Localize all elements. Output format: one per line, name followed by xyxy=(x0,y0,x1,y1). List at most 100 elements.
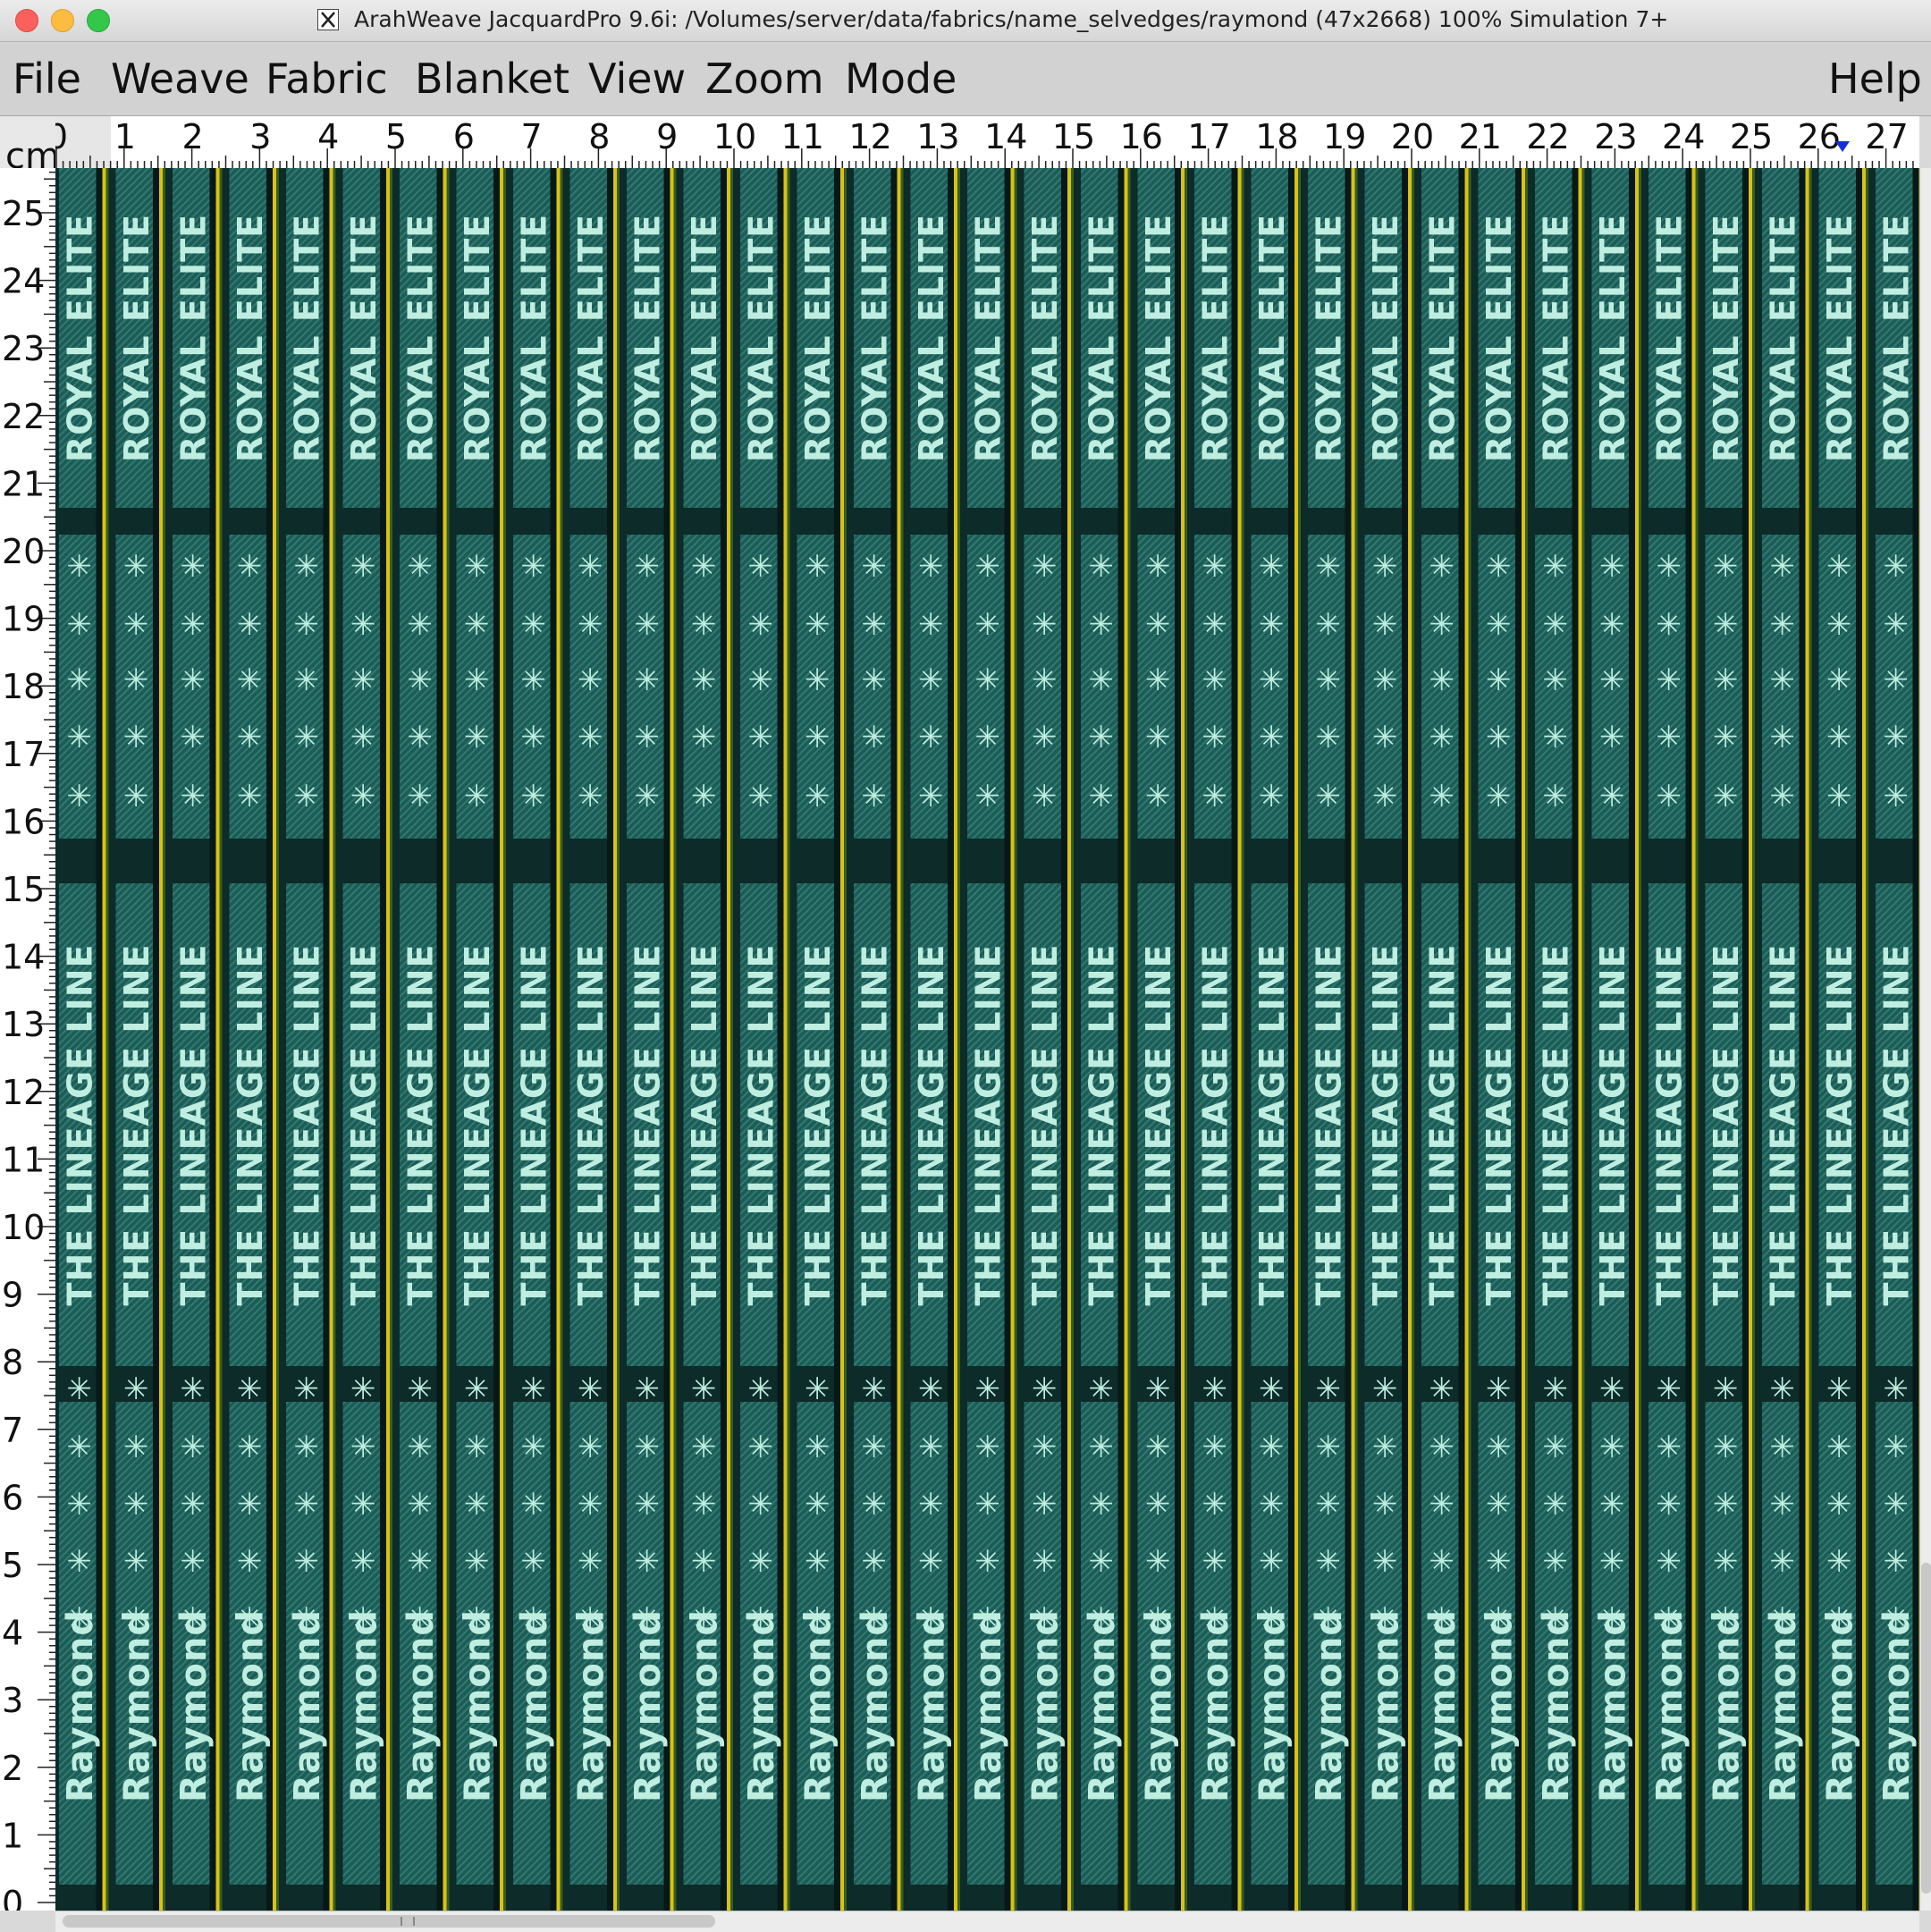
fabric-motif: ✳ xyxy=(1372,1544,1398,1580)
menu-zoom[interactable]: Zoom xyxy=(705,55,824,103)
horizontal-ruler[interactable]: 0123456789101112131415161718192021222324… xyxy=(55,116,1919,169)
menu-mode[interactable]: Mode xyxy=(845,55,957,103)
fabric-motif: ✳ xyxy=(1202,1487,1228,1523)
fabric-motif: ✳ xyxy=(521,549,547,585)
fabric-motif: ✳ xyxy=(237,1487,263,1523)
maximize-window-button[interactable] xyxy=(87,9,110,32)
fabric-motif: ✳ xyxy=(691,1430,717,1465)
menu-blanket[interactable]: Blanket xyxy=(415,55,569,103)
fabric-motif: ✳ xyxy=(1486,720,1512,755)
vertical-ruler[interactable]: 25 24 23 22 21 20 19 18 17 16 15 14 13 12 11 10 9 8 7 6 5 4 3 2… xyxy=(0,168,56,1911)
horizontal-scrollbar-thumb[interactable] xyxy=(63,1915,715,1928)
ruler-label-left: 8 xyxy=(2,1343,23,1382)
close-window-button[interactable] xyxy=(15,9,38,32)
fabric-motif: ✳ xyxy=(1259,1544,1285,1580)
vertical-scrollbar[interactable] xyxy=(1919,168,1931,1911)
fabric-strip: ROYAL ELITETHE LINEAGE LINERaymond✳✳✳✳✳✳… xyxy=(1478,168,1528,1911)
fabric-text-lineage-line: THE LINEAGE LINE xyxy=(231,944,270,1306)
fabric-motif: ✳ xyxy=(1770,1430,1796,1465)
fabric-text-lineage-line: THE LINEAGE LINE xyxy=(287,944,326,1306)
ruler-label-left: 18 xyxy=(2,667,45,706)
x11-app-icon xyxy=(317,9,339,30)
fabric-motif: ✳ xyxy=(1713,662,1739,698)
menu-file[interactable]: File xyxy=(13,55,81,103)
fabric-text-lineage-line: THE LINEAGE LINE xyxy=(912,944,951,1306)
fabric-motif: ✳ xyxy=(1599,1487,1625,1523)
fabric-motif: ✳ xyxy=(237,607,263,643)
fabric-motif: ✳ xyxy=(521,720,547,755)
fabric-motif: ✳ xyxy=(1202,1544,1228,1580)
fabric-text-raymond: Raymond xyxy=(117,1609,158,1802)
ruler-label-top: 19 xyxy=(1323,117,1366,156)
ruler-label-top: 14 xyxy=(984,117,1027,156)
fabric-motif: ✳ xyxy=(350,607,376,643)
fabric-motif: ✳ xyxy=(1826,549,1852,585)
ruler-label-top: 21 xyxy=(1459,117,1502,156)
fabric-motif: ✳ xyxy=(350,1371,376,1407)
fabric-motif: ✳ xyxy=(123,1544,149,1580)
ruler-label-left: 14 xyxy=(2,938,45,977)
ruler-label-left: 25 xyxy=(2,194,45,233)
fabric-motif: ✳ xyxy=(1429,779,1455,814)
menu-view[interactable]: View xyxy=(588,55,686,103)
fabric-motif: ✳ xyxy=(578,662,603,698)
fabric-motif: ✳ xyxy=(1826,1371,1852,1407)
fabric-motif: ✳ xyxy=(1884,662,1910,698)
fabric-motif: ✳ xyxy=(294,662,320,698)
fabric-motif: ✳ xyxy=(862,779,888,814)
fabric-motif: ✳ xyxy=(464,1430,490,1465)
fabric-text-lineage-line: THE LINEAGE LINE xyxy=(1707,944,1746,1306)
fabric-motif: ✳ xyxy=(1770,1601,1796,1637)
fabric-text-lineage-line: THE LINEAGE LINE xyxy=(968,944,1008,1306)
fabric-motif: ✳ xyxy=(635,549,661,585)
minimize-window-button[interactable] xyxy=(51,9,74,32)
fabric-motif: ✳ xyxy=(578,1487,603,1523)
fabric-strip: ROYAL ELITETHE LINEAGE LINERaymond✳✳✳✳✳✳… xyxy=(342,168,392,1911)
fabric-text-raymond: Raymond xyxy=(60,1609,101,1802)
horizontal-scrollbar[interactable] xyxy=(55,1911,1919,1932)
fabric-text-lineage-line: THE LINEAGE LINE xyxy=(173,944,213,1306)
menu-weave[interactable]: Weave xyxy=(111,55,249,103)
fabric-motif: ✳ xyxy=(1032,607,1058,643)
ruler-label-left: 21 xyxy=(2,464,45,503)
fabric-motif: ✳ xyxy=(1372,1487,1398,1523)
fabric-motif: ✳ xyxy=(464,1371,490,1407)
fabric-motif: ✳ xyxy=(1089,1430,1115,1465)
fabric-motif: ✳ xyxy=(1032,549,1058,585)
fabric-motif: ✳ xyxy=(1884,779,1910,814)
fabric-motif: ✳ xyxy=(1089,662,1115,698)
fabric-motif: ✳ xyxy=(1657,1371,1682,1407)
fabric-motif: ✳ xyxy=(408,779,434,814)
fabric-text-royal-elite: ROYAL ELITE xyxy=(1763,214,1802,462)
fabric-motif: ✳ xyxy=(67,549,93,585)
title-bar[interactable]: ArahWeave JacquardPro 9.6i: /Volumes/ser… xyxy=(0,0,1931,42)
fabric-motif: ✳ xyxy=(67,1487,93,1523)
fabric-motif: ✳ xyxy=(862,1544,888,1580)
app-window: ArahWeave JacquardPro 9.6i: /Volumes/ser… xyxy=(0,0,1931,1932)
menu-fabric[interactable]: Fabric xyxy=(266,55,388,103)
fabric-strip: ROYAL ELITETHE LINEAGE LINERaymond✳✳✳✳✳✳… xyxy=(1081,168,1131,1911)
fabric-motif: ✳ xyxy=(1826,779,1852,814)
fabric-motif: ✳ xyxy=(1032,720,1058,755)
fabric-motif: ✳ xyxy=(1202,1371,1228,1407)
fabric-text-raymond: Raymond xyxy=(1876,1609,1918,1802)
fabric-motif: ✳ xyxy=(408,1371,434,1407)
fabric-motif: ✳ xyxy=(748,1601,774,1637)
fabric-text-lineage-line: THE LINEAGE LINE xyxy=(571,944,611,1306)
fabric-motif: ✳ xyxy=(294,1371,320,1407)
fabric-motif: ✳ xyxy=(1429,607,1455,643)
fabric-motif: ✳ xyxy=(1032,1601,1058,1637)
fabric-motif: ✳ xyxy=(1713,1601,1739,1637)
fabric-simulation-canvas[interactable]: ROYAL ELITE THE LINEAGE LINE Raymond ✳ ✳ ✳ ✳ ✳ ✳… xyxy=(55,168,1919,1911)
fabric-strip: ROYAL ELITETHE LINEAGE LINERaymond✳✳✳✳✳✳… xyxy=(229,168,279,1911)
fabric-motif: ✳ xyxy=(350,1430,376,1465)
menu-help[interactable]: Help xyxy=(1828,55,1922,103)
window-title: ArahWeave JacquardPro 9.6i: /Volumes/ser… xyxy=(354,6,1669,32)
fabric-motif: ✳ xyxy=(1770,1544,1796,1580)
fabric-motif: ✳ xyxy=(408,549,434,585)
fabric-text-lineage-line: THE LINEAGE LINE xyxy=(514,944,553,1306)
vertical-scrollbar-thumb[interactable] xyxy=(1921,1563,1931,1894)
fabric-text-raymond: Raymond xyxy=(1366,1609,1407,1802)
fabric-motif: ✳ xyxy=(237,1430,263,1465)
fabric-text-raymond: Raymond xyxy=(344,1609,385,1802)
